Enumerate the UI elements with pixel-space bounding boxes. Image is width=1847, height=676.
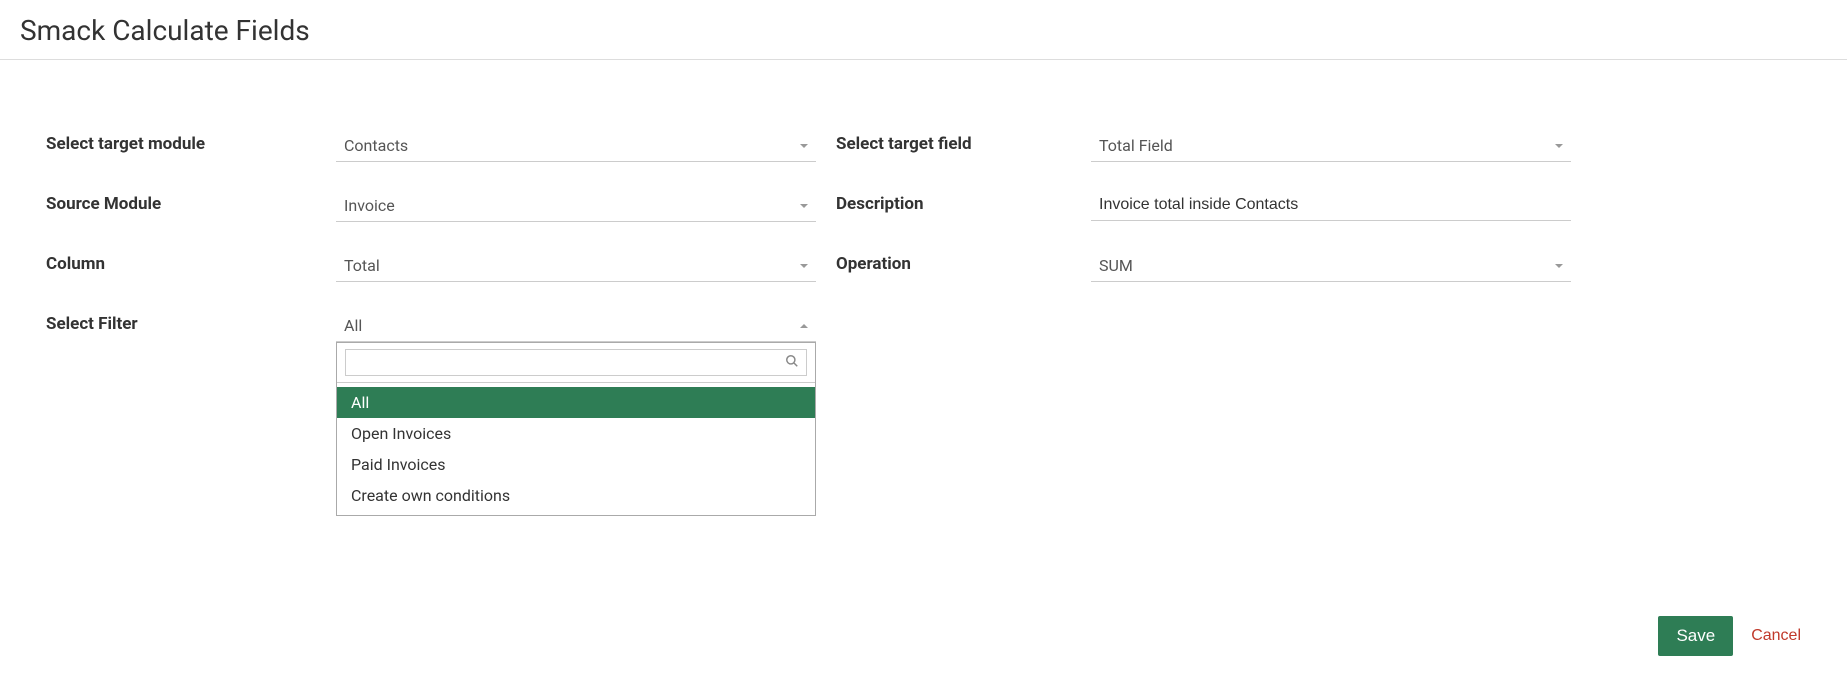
chevron-down-icon	[800, 264, 808, 268]
page-title: Smack Calculate Fields	[0, 0, 1847, 60]
filter-option-create-conditions[interactable]: Create own conditions	[337, 480, 815, 511]
select-target-field[interactable]: Total Field	[1091, 130, 1571, 162]
select-operation-value: SUM	[1099, 256, 1133, 275]
label-target-field: Select target field	[836, 130, 1071, 154]
select-target-module[interactable]: Contacts	[336, 130, 816, 162]
select-column-value: Total	[344, 256, 380, 275]
select-operation[interactable]: SUM	[1091, 250, 1571, 282]
filter-option-paid-invoices[interactable]: Paid Invoices	[337, 449, 815, 480]
select-target-module-value: Contacts	[344, 136, 408, 155]
select-filter-value: All	[344, 316, 362, 335]
filter-dropdown-options: All Open Invoices Paid Invoices Create o…	[337, 383, 815, 515]
chevron-down-icon	[800, 204, 808, 208]
label-operation: Operation	[836, 250, 1071, 274]
chevron-down-icon	[1555, 264, 1563, 268]
label-source-module: Source Module	[46, 190, 316, 214]
select-filter[interactable]: All	[336, 310, 816, 342]
filter-dropdown-panel: All Open Invoices Paid Invoices Create o…	[336, 342, 816, 516]
form-container: Select target module Contacts Select tar…	[0, 60, 1847, 536]
chevron-up-icon	[800, 324, 808, 328]
select-column[interactable]: Total	[336, 250, 816, 282]
select-source-module-value: Invoice	[344, 196, 395, 215]
select-target-field-value: Total Field	[1099, 136, 1173, 155]
save-button[interactable]: Save	[1658, 616, 1733, 656]
filter-option-all[interactable]: All	[337, 387, 815, 418]
label-column: Column	[46, 250, 316, 274]
label-target-module: Select target module	[46, 130, 316, 154]
filter-dropdown-search	[337, 343, 815, 383]
filter-option-open-invoices[interactable]: Open Invoices	[337, 418, 815, 449]
select-source-module[interactable]: Invoice	[336, 190, 816, 222]
label-select-filter: Select Filter	[46, 310, 316, 334]
actions-row: Save Cancel	[0, 596, 1847, 676]
description-input[interactable]	[1091, 190, 1571, 221]
chevron-down-icon	[800, 144, 808, 148]
chevron-down-icon	[1555, 144, 1563, 148]
filter-search-input[interactable]	[345, 349, 807, 376]
label-description: Description	[836, 190, 1071, 214]
